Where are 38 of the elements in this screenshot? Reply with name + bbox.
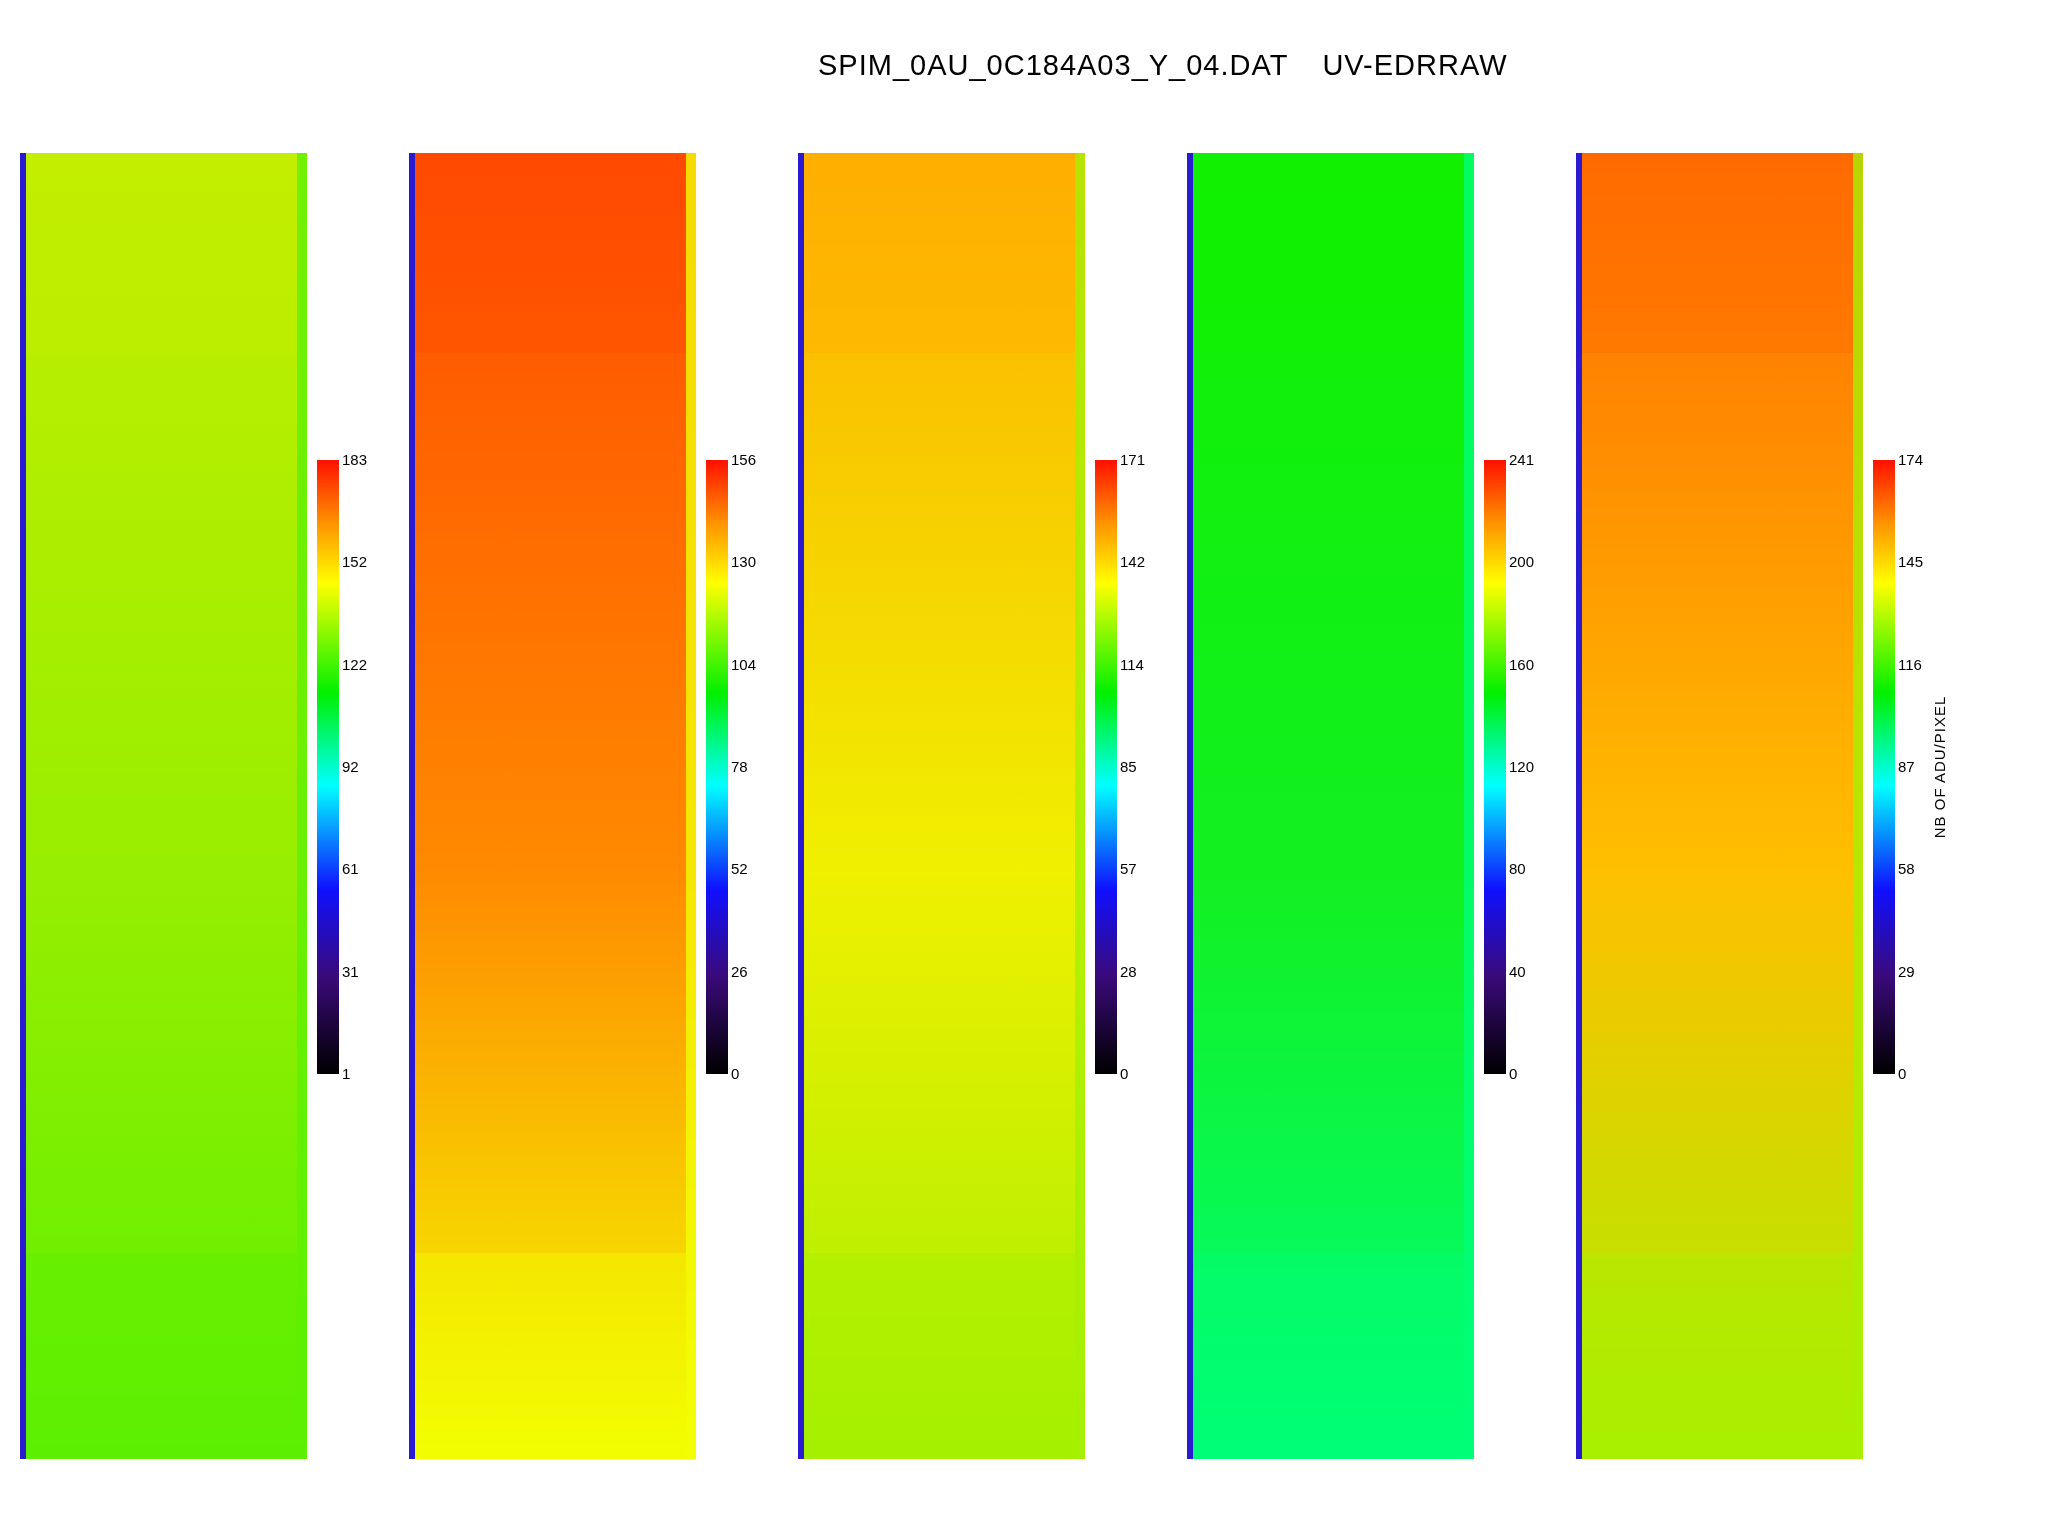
tick-label: 26 <box>731 965 749 978</box>
plot-title: SPIM_0AU_0C184A03_Y_04.DAT <box>818 49 1289 81</box>
tick-label: 114 <box>1120 658 1145 671</box>
tick-label: 80 <box>1509 863 1527 876</box>
tick-label: 85 <box>1120 761 1138 773</box>
tick-label: 40 <box>1509 965 1527 978</box>
tick-label: 152 <box>342 556 368 569</box>
tick-label: 0 <box>1509 1067 1519 1080</box>
tick-label: 171 <box>1120 454 1146 466</box>
tick-label: 130 <box>731 556 757 569</box>
tick-label: 0 <box>1120 1067 1130 1080</box>
tick-label: 183 <box>342 454 368 466</box>
tick-label: 61 <box>342 863 360 876</box>
tick-label: 31 <box>342 965 360 978</box>
tick-label: 160 <box>1509 658 1535 671</box>
tick-label: 104 <box>731 658 757 671</box>
tick-label: 120 <box>1509 761 1535 773</box>
tick-label: 142 <box>1120 556 1146 569</box>
tick-label: 1 <box>342 1067 352 1080</box>
tick-label: 92 <box>342 761 360 773</box>
tick-label: 200 <box>1509 556 1535 569</box>
tick-label: 241 <box>1509 454 1535 466</box>
tick-label: 156 <box>731 454 757 466</box>
tick-label: 52 <box>731 863 749 876</box>
tick-label: 87 <box>1898 761 1916 773</box>
tick-label: 29 <box>1898 965 1916 978</box>
axis-label: NB OF ADU/PIXEL <box>1929 695 1949 839</box>
tick-label: 58 <box>1898 863 1916 876</box>
tick-label: 145 <box>1898 556 1924 569</box>
tick-label: 0 <box>731 1067 741 1080</box>
tick-label: 174 <box>1898 454 1924 466</box>
tick-label: 28 <box>1120 965 1138 978</box>
plot-title: UV-EDRRAW <box>1322 49 1508 81</box>
tick-label: 122 <box>342 658 368 671</box>
tick-label: 116 <box>1898 658 1923 671</box>
tick-label: 0 <box>1898 1067 1908 1080</box>
tick-label: 78 <box>731 761 749 773</box>
tick-label: 57 <box>1120 863 1138 876</box>
